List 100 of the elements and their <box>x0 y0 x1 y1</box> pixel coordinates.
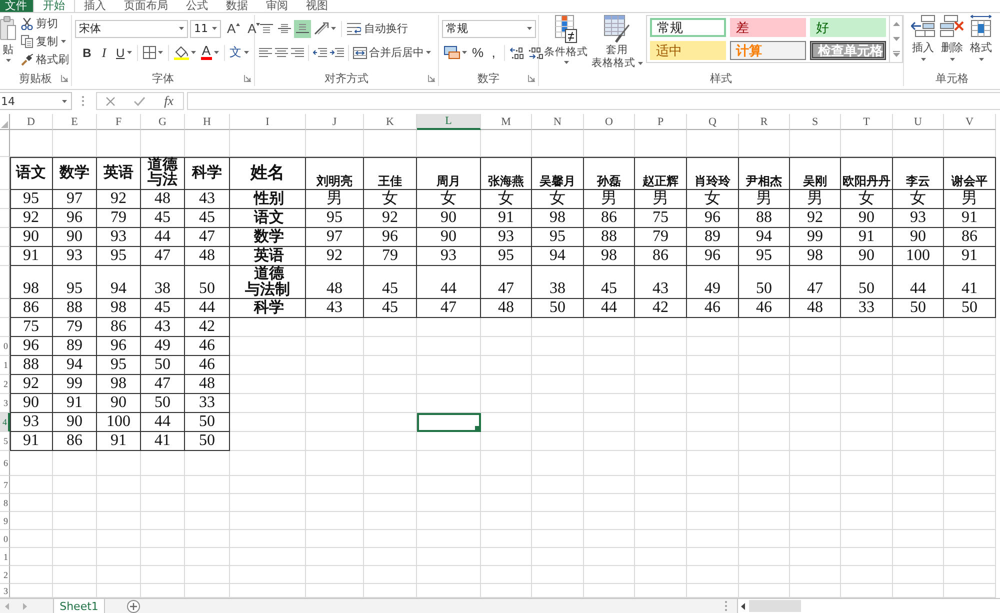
empty-cell[interactable] <box>893 530 944 548</box>
empty-cell[interactable] <box>185 451 230 476</box>
orientation-button[interactable] <box>312 20 338 38</box>
empty-cell[interactable] <box>306 476 364 494</box>
empty-cell[interactable] <box>944 530 996 548</box>
scrollbar-thumb[interactable] <box>749 600 801 612</box>
empty-cell[interactable] <box>532 548 584 566</box>
empty-cell[interactable] <box>893 413 944 432</box>
empty-cell[interactable] <box>185 130 230 157</box>
empty-cell[interactable] <box>944 130 996 157</box>
empty-cell[interactable] <box>364 451 417 476</box>
table-format-button[interactable]: 套用 表格格式 <box>592 15 642 69</box>
row-header[interactable]: 0 <box>0 530 10 548</box>
empty-cell[interactable] <box>687 512 739 530</box>
empty-cell[interactable] <box>10 130 53 157</box>
empty-cell[interactable] <box>230 494 306 512</box>
empty-cell[interactable] <box>790 548 841 566</box>
borders-button[interactable] <box>140 44 165 62</box>
empty-cell[interactable] <box>481 413 532 432</box>
empty-cell[interactable] <box>306 512 364 530</box>
row-header[interactable]: 5 <box>0 432 10 451</box>
empty-cell[interactable] <box>584 476 635 494</box>
column-header[interactable]: I <box>230 114 306 130</box>
row-header[interactable]: 8 <box>0 494 10 512</box>
empty-cell[interactable] <box>532 494 584 512</box>
empty-cell[interactable] <box>584 432 635 451</box>
empty-cell[interactable] <box>306 451 364 476</box>
empty-cell[interactable] <box>635 337 687 356</box>
shrink-font-button[interactable]: A <box>246 20 262 38</box>
column-header[interactable]: J <box>306 114 364 130</box>
column-header[interactable]: O <box>584 114 635 130</box>
empty-cell[interactable] <box>841 394 893 413</box>
formula-input[interactable] <box>187 92 1000 110</box>
empty-cell[interactable] <box>141 566 185 584</box>
empty-cell[interactable] <box>481 566 532 584</box>
column-header[interactable]: G <box>141 114 185 130</box>
empty-cell[interactable] <box>893 356 944 375</box>
empty-cell[interactable] <box>841 130 893 157</box>
empty-cell[interactable] <box>893 130 944 157</box>
empty-cell[interactable] <box>687 451 739 476</box>
column-header[interactable]: L <box>417 114 481 130</box>
empty-cell[interactable] <box>364 130 417 157</box>
empty-cell[interactable] <box>141 512 185 530</box>
empty-cell[interactable] <box>687 130 739 157</box>
empty-cell[interactable] <box>417 494 481 512</box>
empty-cell[interactable] <box>53 566 97 584</box>
empty-cell[interactable] <box>739 130 790 157</box>
dialog-launcher-icon[interactable] <box>61 75 68 82</box>
row-header[interactable]: 7 <box>0 476 10 494</box>
empty-cell[interactable] <box>230 318 306 337</box>
empty-cell[interactable] <box>481 494 532 512</box>
comma-style-button[interactable]: , <box>486 44 501 62</box>
empty-cell[interactable] <box>739 530 790 548</box>
fill-handle[interactable] <box>475 426 480 431</box>
gallery-more-button[interactable] <box>889 46 902 62</box>
underline-button[interactable]: U <box>114 44 134 62</box>
font-name-dropdown[interactable]: 宋体 <box>75 20 188 38</box>
empty-cell[interactable] <box>584 413 635 432</box>
font-color-button[interactable]: A <box>198 44 221 62</box>
empty-cell[interactable] <box>739 548 790 566</box>
empty-cell[interactable] <box>739 318 790 337</box>
empty-cell[interactable] <box>364 356 417 375</box>
cell-style-item[interactable]: 适中 <box>650 41 726 60</box>
empty-cell[interactable] <box>417 337 481 356</box>
row-header[interactable]: 4 <box>0 413 10 432</box>
selected-cell[interactable] <box>417 413 481 432</box>
empty-cell[interactable] <box>841 530 893 548</box>
dialog-launcher-icon[interactable] <box>528 75 535 82</box>
empty-cell[interactable] <box>790 394 841 413</box>
phonetic-guide-button[interactable]: 文 <box>228 44 251 62</box>
empty-cell[interactable] <box>532 451 584 476</box>
empty-cell[interactable] <box>417 130 481 157</box>
empty-cell[interactable] <box>687 337 739 356</box>
empty-cell[interactable] <box>97 451 141 476</box>
empty-cell[interactable] <box>185 548 230 566</box>
empty-cell[interactable] <box>306 548 364 566</box>
row-header[interactable]: 1 <box>0 548 10 566</box>
empty-cell[interactable] <box>532 394 584 413</box>
empty-cell[interactable] <box>532 432 584 451</box>
ribbon-tab[interactable]: 视图 <box>297 0 337 12</box>
empty-cell[interactable] <box>944 566 996 584</box>
empty-cell[interactable] <box>230 512 306 530</box>
sheet-tab[interactable]: Sheet1 <box>53 599 105 613</box>
empty-cell[interactable] <box>841 476 893 494</box>
empty-cell[interactable] <box>364 566 417 584</box>
empty-cell[interactable] <box>739 512 790 530</box>
empty-cell[interactable] <box>944 318 996 337</box>
column-header[interactable]: M <box>481 114 532 130</box>
format-painter-button[interactable]: 格式刷 <box>19 51 71 68</box>
empty-cell[interactable] <box>230 566 306 584</box>
ribbon-tab[interactable]: 公式 <box>177 0 217 12</box>
empty-cell[interactable] <box>306 375 364 394</box>
empty-cell[interactable] <box>944 476 996 494</box>
empty-cell[interactable] <box>10 512 53 530</box>
empty-cell[interactable] <box>944 413 996 432</box>
empty-cell[interactable] <box>635 530 687 548</box>
empty-cell[interactable] <box>97 566 141 584</box>
empty-cell[interactable] <box>53 130 97 157</box>
empty-cell[interactable] <box>306 394 364 413</box>
empty-cell[interactable] <box>417 476 481 494</box>
